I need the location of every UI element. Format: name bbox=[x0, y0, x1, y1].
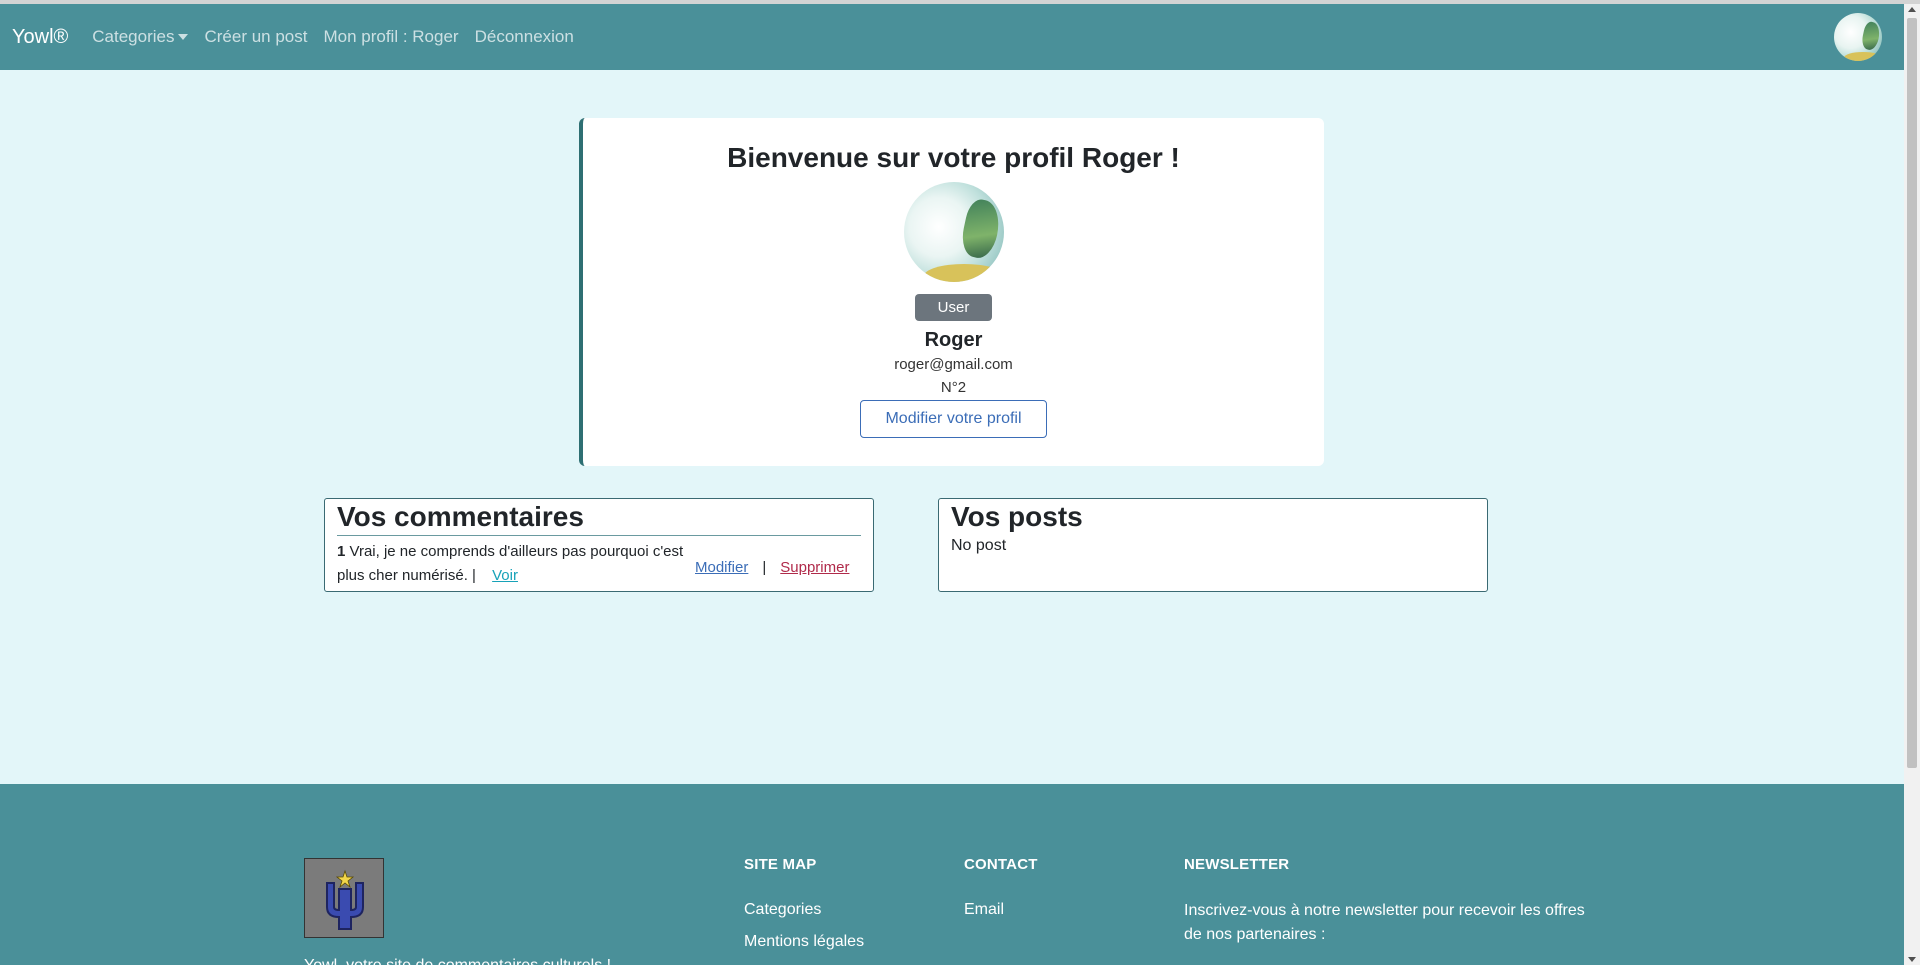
nav-categories-dropdown[interactable]: Categories bbox=[92, 27, 189, 47]
scroll-up-icon[interactable] bbox=[1908, 7, 1916, 12]
scrollbar-thumb[interactable] bbox=[1907, 18, 1917, 768]
profile-email: roger@gmail.com bbox=[894, 356, 1013, 373]
nav-create-post[interactable]: Créer un post bbox=[204, 27, 307, 47]
avatar-leaf-shape bbox=[1860, 20, 1882, 51]
nav-my-profile[interactable]: Mon profil : Roger bbox=[323, 27, 458, 47]
comment-actions: Modifier | Supprimer bbox=[695, 540, 849, 588]
comment-text-block: 1 Vrai, je ne comprends d'ailleurs pas p… bbox=[337, 540, 687, 588]
profile-title: Bienvenue sur votre profil Roger ! bbox=[727, 142, 1180, 173]
edit-profile-button[interactable]: Modifier votre profil bbox=[860, 400, 1047, 438]
comment-item: 1 Vrai, je ne comprends d'ailleurs pas p… bbox=[337, 540, 861, 588]
footer-sitemap-title: SITE MAP bbox=[744, 856, 817, 873]
profile-card: Bienvenue sur votre profil Roger ! User … bbox=[579, 118, 1324, 466]
comments-title: Vos commentaires bbox=[337, 501, 861, 536]
footer-link-categories[interactable]: Categories bbox=[744, 901, 821, 919]
footer-link-legal[interactable]: Mentions légales bbox=[744, 933, 864, 951]
comment-view-link[interactable]: Voir bbox=[492, 567, 518, 584]
user-avatar[interactable] bbox=[1834, 13, 1882, 61]
scroll-down-icon[interactable] bbox=[1908, 957, 1916, 962]
profile-name: Roger bbox=[924, 329, 983, 351]
footer-tagline: Yowl, votre site de commentaires culture… bbox=[304, 954, 611, 965]
footer-newsletter-title: NEWSLETTER bbox=[1184, 856, 1290, 873]
footer-contact-title: CONTACT bbox=[964, 856, 1038, 873]
comment-edit-link[interactable]: Modifier bbox=[695, 556, 748, 580]
avatar-leaf-shape bbox=[957, 197, 1004, 261]
posts-empty-message: No post bbox=[951, 537, 1007, 554]
brand-link[interactable]: Yowl® bbox=[12, 26, 68, 49]
nav-categories-label: Categories bbox=[92, 27, 175, 46]
page-footer: Yowl, votre site de commentaires culture… bbox=[0, 784, 1904, 965]
page-scrollbar[interactable] bbox=[1904, 4, 1920, 965]
posts-box: Vos posts No post bbox=[938, 498, 1488, 592]
comments-box: Vos commentaires 1 Vrai, je ne comprends… bbox=[324, 498, 874, 592]
top-navbar: Yowl® Categories Créer un post Mon profi… bbox=[0, 4, 1904, 70]
avatar-sand-shape bbox=[923, 264, 1004, 282]
role-badge: User bbox=[914, 294, 993, 321]
avatar-sand-shape bbox=[1843, 52, 1882, 61]
nav-logout[interactable]: Déconnexion bbox=[475, 27, 574, 47]
profile-avatar bbox=[903, 182, 1004, 282]
comment-delete-link[interactable]: Supprimer bbox=[780, 556, 849, 580]
footer-newsletter-text: Inscrivez-vous à notre newsletter pour r… bbox=[1184, 902, 1585, 943]
footer-link-email[interactable]: Email bbox=[964, 901, 1004, 919]
profile-id: N°2 bbox=[940, 379, 967, 396]
caret-down-icon bbox=[178, 34, 189, 40]
yowl-logo-icon bbox=[304, 858, 384, 938]
posts-title: Vos posts bbox=[951, 501, 1083, 532]
action-separator: | bbox=[762, 559, 767, 576]
